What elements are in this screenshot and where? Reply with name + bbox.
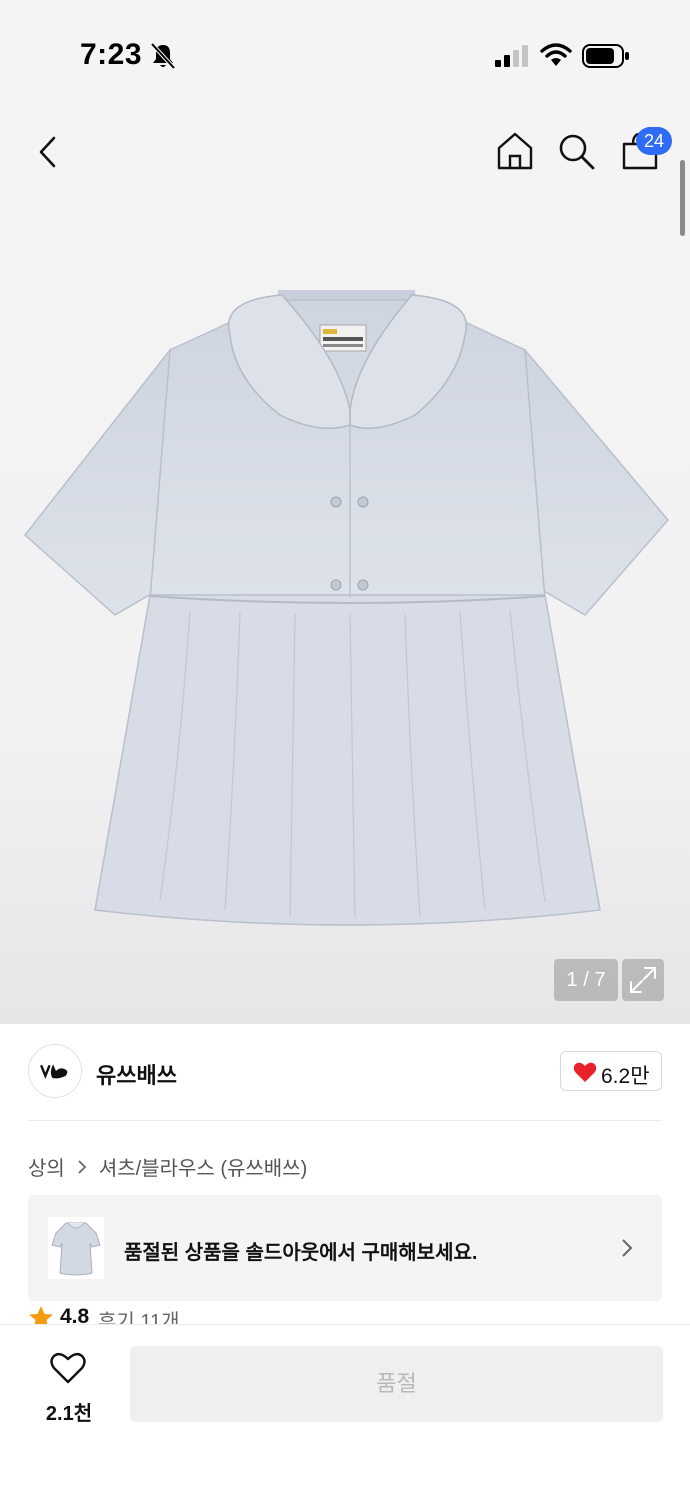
back-icon[interactable] xyxy=(28,130,68,174)
chevron-right-icon xyxy=(78,1159,87,1174)
soldout-button[interactable]: 품절 xyxy=(130,1346,663,1422)
wishlist-button[interactable]: 2.1천 xyxy=(30,1347,108,1427)
battery-icon xyxy=(582,44,629,68)
soldout-banner[interactable]: 품절된 상품을 솔드아웃에서 구매해보세요. xyxy=(28,1195,662,1301)
banner-thumbnail xyxy=(48,1217,104,1279)
chevron-right-icon xyxy=(622,1239,633,1257)
heart-outline-icon xyxy=(50,1352,86,1384)
heart-filled-icon xyxy=(573,1062,597,1082)
expand-icon[interactable] xyxy=(622,959,664,1001)
image-counter: 1 / 7 xyxy=(554,959,618,1001)
cart-count-badge: 24 xyxy=(636,127,672,155)
search-icon[interactable] xyxy=(556,131,596,171)
bell-slash-icon xyxy=(150,42,176,70)
home-icon[interactable] xyxy=(494,130,536,172)
brand-logo[interactable] xyxy=(28,1044,82,1098)
status-time: 7:23 xyxy=(80,38,143,71)
product-image[interactable] xyxy=(20,280,675,940)
wifi-icon xyxy=(540,43,572,66)
banner-text: 품절된 상품을 솔드아웃에서 구매해보세요. xyxy=(124,1242,478,1264)
divider xyxy=(28,1120,662,1121)
breadcrumb-item-category[interactable]: 상의 xyxy=(28,1152,65,1181)
status-bar: 7:23 xyxy=(0,0,690,100)
brand-row[interactable]: 유쓰배쓰 6.2만 xyxy=(0,1024,690,1122)
brand-name[interactable]: 유쓰배쓰 xyxy=(96,1058,177,1090)
product-gallery[interactable]: 24 1 / 7 xyxy=(0,0,690,1024)
breadcrumb: 상의 셔츠/블라우스 (유쓰배쓰) xyxy=(28,1152,307,1181)
signal-icon xyxy=(495,45,528,67)
scrollbar[interactable] xyxy=(680,160,685,236)
bottom-action-bar: 2.1천 품절 xyxy=(0,1324,690,1500)
brand-like-button[interactable]: 6.2만 xyxy=(560,1051,662,1091)
wishlist-count: 2.1천 xyxy=(45,1403,93,1425)
breadcrumb-item-subcategory[interactable]: 셔츠/블라우스 (유쓰배쓰) xyxy=(99,1152,307,1181)
brand-like-count: 6.2만 xyxy=(601,1065,650,1088)
